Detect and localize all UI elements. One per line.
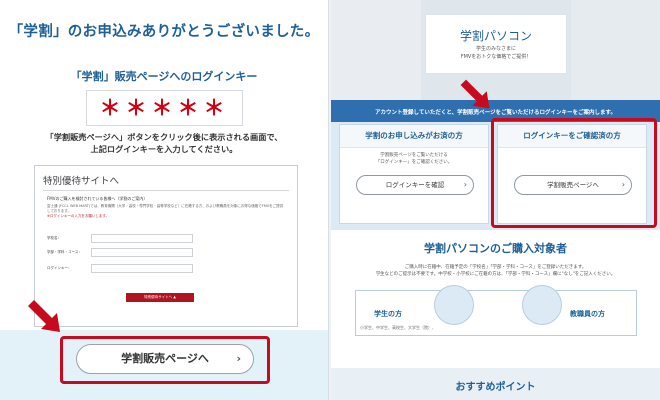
student-avatar-icon [434, 285, 474, 325]
login-key-field-label: ログインキー： [47, 266, 72, 270]
hero-sub-1: 学生のみなさまに [475, 46, 516, 52]
gakuwari-sales-page-button[interactable]: 学割販売ページへ › [76, 344, 254, 374]
form-heading: FMVのご購入を検討されている皆様へ（学割のご案内） [47, 196, 148, 201]
highlight-frame-right [491, 118, 657, 228]
hero-photo-left [331, 0, 421, 100]
form-body-text: 富士通 (FCCL WEB MART)では、教育機関（大学・高校・専門学校・高等… [47, 204, 284, 213]
department-input[interactable] [91, 248, 193, 257]
school-input[interactable] [91, 234, 193, 243]
hero-sub-2: FMVをおトクな価格でご提供！ [460, 54, 532, 60]
card-title: 学割のお申し込みがお済の方 [340, 125, 488, 148]
submit-label: 特別優待サイトへ [144, 295, 173, 299]
section-text-1: ご購入時に在籍中、在籍予定の「学校名」「学部・学科・コース」をご登録いただきます… [404, 265, 587, 270]
card-text-2: 「ログインキー」をご確認ください。 [375, 159, 453, 165]
hero-banner: 学割パソコン 学生のみなさまに FMVをおトクな価格でご提供！ [331, 0, 660, 100]
section-title: 学割パソコンのご購入対象者 [424, 242, 567, 255]
login-key-input[interactable] [91, 264, 193, 273]
red-arrow-icon [28, 300, 60, 332]
target-box: 学生の方 教職員の方 小学生、中学生、高校生、大学生（院）、 [355, 285, 637, 336]
target-student-label: 学生の方 [374, 310, 402, 318]
teacher-avatar-icon [522, 285, 562, 325]
hero-title: 学割パソコン [459, 29, 532, 43]
special-site-submit-button[interactable]: 特別優待サイトへ ▲ [126, 293, 194, 302]
chevron-right-icon: › [236, 352, 241, 365]
hero-photo-right [571, 0, 660, 100]
hero-subtitle: 学生のみなさまに FMVをおトクな価格でご提供！ [426, 45, 566, 61]
section-text-2: 学生などのご提示は不要です。中学校・小学校にご在籍の方は、「学部・学科・コース」… [375, 272, 616, 277]
card-text: 学割販売ページをご覧いただける 「ログインキー」をご確認ください。 [340, 153, 488, 166]
department-label: 学部・学科・コース： [47, 250, 82, 254]
target-staff-label: 教職員の方 [570, 310, 605, 318]
confirm-login-key-button[interactable]: ログインキーを確認 › [356, 175, 474, 195]
form-note: ※ログインキーの入力をお願いします。 [47, 214, 110, 218]
right-panel: 学割パソコン 学生のみなさまに FMVをおトクな価格でご提供！ アカウント登録し… [331, 0, 660, 400]
page-title: 「学割」のお申込みありがとうございました。 [8, 24, 320, 40]
hero-card: 学割パソコン 学生のみなさまに FMVをおトクな価格でご提供！ [425, 14, 567, 74]
button-label: 学割販売ページへ [121, 352, 209, 365]
instruction-line-1: 「学割販売ページへ」ボタンをクリック後に表示される画面で、 [45, 132, 283, 142]
target-student-note: 小学生、中学生、高校生、大学生（院）、 [360, 325, 436, 330]
left-panel: 「学割」のお申込みありがとうございました。 「学割」販売ページへのログインキー … [0, 0, 329, 400]
band-heading: アカウント登録していただくと、学割販売ページをご覧いただけるログインキーをご案内… [375, 110, 616, 116]
button-label: ログインキーを確認 [385, 181, 445, 189]
recommend-title: おすすめポイント [455, 382, 536, 393]
instructions: 「学割販売ページへ」ボタンをクリック後に表示される画面で、 上記ログインキーを入… [20, 131, 308, 155]
recommend-section: おすすめポイント [331, 368, 660, 400]
red-arrow-icon [460, 79, 490, 109]
login-key-label: 「学割」販売ページへのログインキー [70, 70, 258, 83]
school-label: 学校名： [47, 236, 61, 240]
section-text: ご購入時に在籍中、在籍予定の「学校名」「学部・学科・コース」をご登録いただきます… [331, 264, 660, 278]
card-application-done: 学割のお申し込みがお済の方 学割販売ページをご覧いただける 「ログインキー」をご… [339, 124, 489, 224]
form-body: 富士通 (FCCL WEB MART)では、教育機関（大学・高校・専門学校・高等… [47, 204, 285, 219]
instruction-line-2: 上記ログインキーを入力してください。 [90, 144, 238, 154]
chevron-right-icon: › [463, 180, 467, 189]
divider [43, 190, 289, 191]
form-title: 特別優待サイトへ [43, 176, 120, 187]
login-key-value: ＊＊＊＊＊ [86, 90, 243, 126]
special-site-form-preview: 特別優待サイトへ FMVのご購入を検討されている皆様へ（学割のご案内） 富士通 … [34, 165, 298, 327]
target-section: 学割パソコンのご購入対象者 ご購入時に在籍中、在籍予定の「学校名」「学部・学科・… [331, 230, 660, 400]
